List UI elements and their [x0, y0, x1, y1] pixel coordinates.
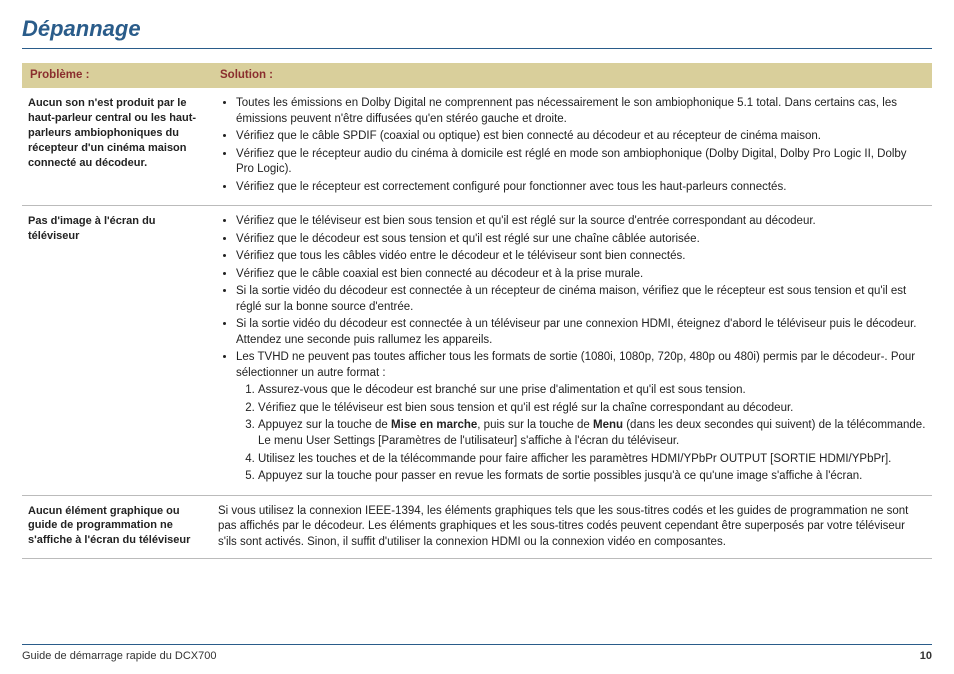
solution-cell: Vérifiez que le téléviseur est bien sous… [212, 206, 932, 495]
list-item: Vérifiez que le téléviseur est bien sous… [236, 214, 926, 230]
list-item: Vérifiez que le câble coaxial est bien c… [236, 267, 926, 283]
list-item: Si la sortie vidéo du décodeur est conne… [236, 284, 926, 315]
col-header-problem: Problème : [22, 63, 212, 89]
list-item: Si la sortie vidéo du décodeur est conne… [236, 317, 926, 348]
page-title: Dépannage [22, 14, 932, 49]
table-row: Aucun son n'est produit par le haut-parl… [22, 88, 932, 206]
list-item: Vérifiez que le récepteur est correcteme… [236, 180, 926, 196]
solution-cell: Si vous utilisez la connexion IEEE-1394,… [212, 495, 932, 559]
col-header-solution: Solution : [212, 63, 932, 89]
list-item: Assurez-vous que le décodeur est branché… [258, 383, 926, 399]
solution-list: Vérifiez que le téléviseur est bien sous… [218, 214, 926, 484]
list-item: Vérifiez que le câble SPDIF (coaxial ou … [236, 129, 926, 145]
text: Appuyez sur la touche de [258, 419, 391, 431]
page-footer: Guide de démarrage rapide du DCX700 10 [22, 644, 932, 664]
problem-cell: Pas d'image à l'écran du téléviseur [22, 206, 212, 495]
page-number: 10 [920, 649, 932, 664]
solution-cell: Toutes les émissions en Dolby Digital ne… [212, 88, 932, 206]
footer-text: Guide de démarrage rapide du DCX700 [22, 649, 216, 664]
list-item: Les TVHD ne peuvent pas toutes afficher … [236, 350, 926, 484]
list-item: Vérifiez que le décodeur est sous tensio… [236, 232, 926, 248]
list-item: Vérifiez que le récepteur audio du ciném… [236, 147, 926, 178]
list-item: Appuyez sur la touche pour passer en rev… [258, 469, 926, 485]
bold-text: Mise en marche [391, 419, 477, 431]
table-row: Aucun élément graphique ou guide de prog… [22, 495, 932, 559]
bold-text: Menu [593, 419, 623, 431]
list-item: Toutes les émissions en Dolby Digital ne… [236, 96, 926, 127]
table-row: Pas d'image à l'écran du téléviseur Véri… [22, 206, 932, 495]
solution-list: Toutes les émissions en Dolby Digital ne… [218, 96, 926, 195]
solution-sublist: Assurez-vous que le décodeur est branché… [236, 383, 926, 484]
troubleshooting-table: Problème : Solution : Aucun son n'est pr… [22, 63, 932, 559]
problem-cell: Aucun son n'est produit par le haut-parl… [22, 88, 212, 206]
list-item: Vérifiez que le téléviseur est bien sous… [258, 401, 926, 417]
list-item: Vérifiez que tous les câbles vidéo entre… [236, 249, 926, 265]
list-item: Utilisez les touches et de la télécomman… [258, 452, 926, 468]
problem-cell: Aucun élément graphique ou guide de prog… [22, 495, 212, 559]
text: Les TVHD ne peuvent pas toutes afficher … [236, 351, 915, 379]
text: , puis sur la touche de [477, 419, 593, 431]
list-item: Appuyez sur la touche de Mise en marche,… [258, 418, 926, 449]
